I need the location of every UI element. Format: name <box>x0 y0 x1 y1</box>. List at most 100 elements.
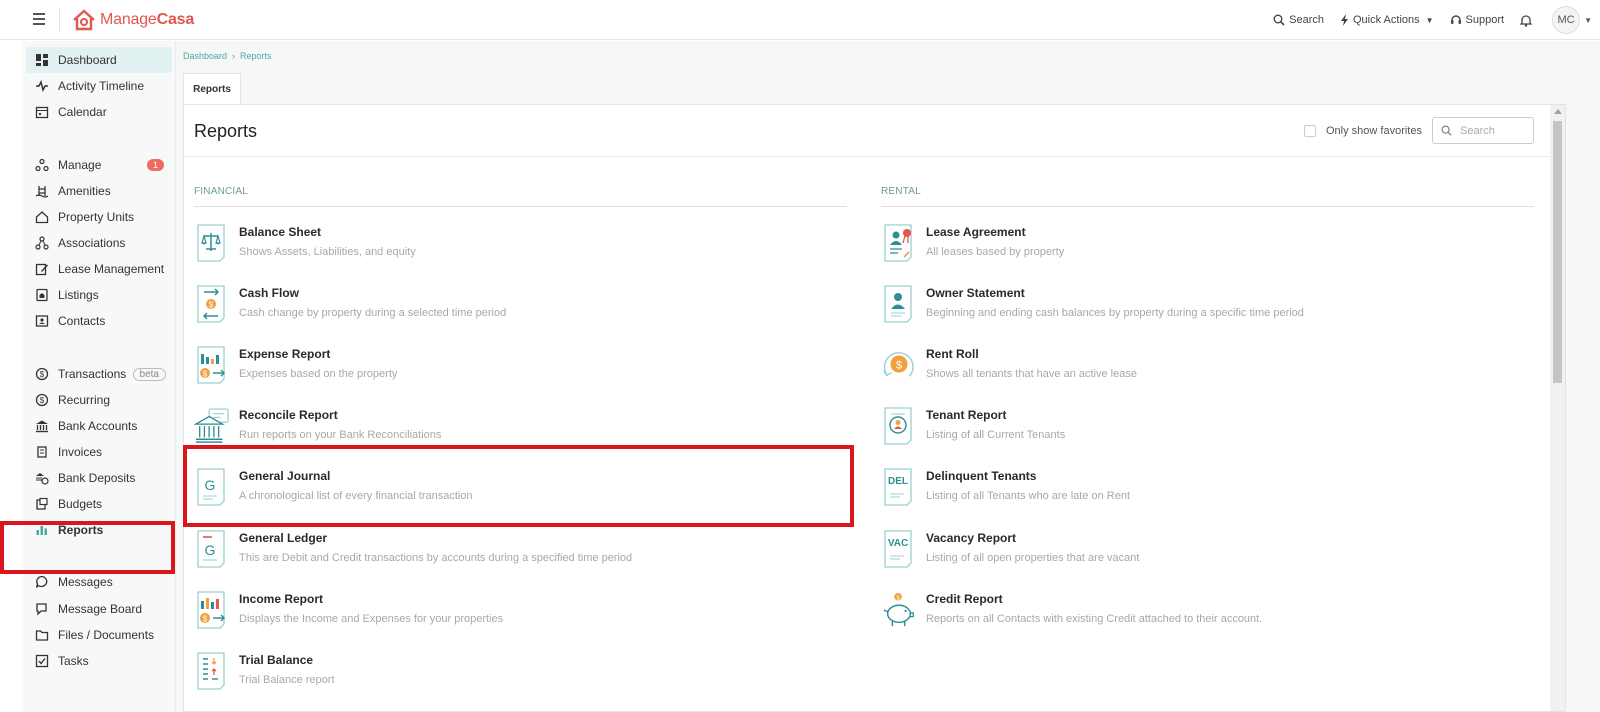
menu-icon[interactable] <box>33 13 45 25</box>
report-description: This are Debit and Credit transactions b… <box>239 552 633 564</box>
support-button[interactable]: Support <box>1450 14 1505 26</box>
sidebar: Dashboard Activity Timeline Calendar Manage… <box>23 41 176 712</box>
report-item-lease-agreement[interactable]: Lease Agreement All leases based by prope… <box>881 223 1521 273</box>
sidebar-item-amenities[interactable]: Amenities <box>26 178 172 204</box>
breadcrumb: Dashboard › Reports <box>183 51 272 61</box>
sidebar-item-label: Bank Deposits <box>58 471 136 485</box>
support-label: Support <box>1465 14 1505 26</box>
report-description: Shows Assets, Liabilities, and equity <box>239 246 416 258</box>
report-name[interactable]: Rent Roll <box>926 347 1137 361</box>
report-item-credit-report[interactable]: $ Credit Report Reports on all Contacts wi… <box>881 590 1521 640</box>
report-name[interactable]: Tenant Report <box>926 408 1065 422</box>
report-name[interactable]: Balance Sheet <box>239 225 416 239</box>
sidebar-item-calendar[interactable]: Calendar <box>26 99 172 125</box>
report-item-trial-balance[interactable]: Trial Balance Trial Balance report <box>194 651 834 701</box>
sidebar-item-tasks[interactable]: Tasks <box>26 648 172 674</box>
report-name[interactable]: Credit Report <box>926 592 1262 606</box>
report-name[interactable]: Income Report <box>239 592 503 606</box>
rent-roll-icon: $ <box>881 345 917 385</box>
sidebar-item-message-board[interactable]: Message Board <box>26 596 172 622</box>
sidebar-item-associations[interactable]: Associations <box>26 230 172 256</box>
sidebar-item-files-documents[interactable]: Files / Documents <box>26 622 172 648</box>
sidebar-item-activity-timeline[interactable]: Activity Timeline <box>26 73 172 99</box>
sidebar-item-property-units[interactable]: Property Units <box>26 204 172 230</box>
report-item-expense-report[interactable]: $ Expense Report Expenses based on the pro… <box>194 345 834 395</box>
sidebar-item-contacts[interactable]: Contacts <box>26 308 172 334</box>
sidebar-item-invoices[interactable]: Invoices <box>26 439 172 465</box>
report-name[interactable]: Lease Agreement <box>926 225 1064 239</box>
avatar-chevron-down-icon[interactable]: ▼ <box>1584 16 1592 25</box>
report-icon-text: DEL <box>888 476 908 487</box>
sidebar-item-lease-management[interactable]: Lease Management <box>26 256 172 282</box>
report-item-tenant-report[interactable]: Tenant Report Listing of all Current Tena… <box>881 406 1521 456</box>
reports-search-field[interactable] <box>1432 117 1534 144</box>
message-board-icon <box>26 602 52 616</box>
report-item-income-report[interactable]: $ Income Report Displays the Income and Ex… <box>194 590 834 640</box>
sidebar-item-budgets[interactable]: Budgets <box>26 491 172 517</box>
report-item-owner-statement[interactable]: Owner Statement Beginning and ending cash… <box>881 284 1521 334</box>
recurring-icon: $ <box>26 393 52 407</box>
sidebar-item-label: Property Units <box>58 210 135 224</box>
report-item-balance-sheet[interactable]: Balance Sheet Shows Assets, Liabilities, … <box>194 223 834 273</box>
lease-doc-icon <box>881 223 917 263</box>
report-name[interactable]: Expense Report <box>239 347 397 361</box>
tenant-doc-icon <box>881 406 917 446</box>
scrollbar[interactable] <box>1550 105 1565 711</box>
quick-actions-button[interactable]: Quick Actions ▼ <box>1340 14 1434 26</box>
scrollbar-thumb[interactable] <box>1553 121 1562 383</box>
breadcrumb-item-dashboard[interactable]: Dashboard <box>183 51 227 61</box>
scroll-up-icon[interactable] <box>1554 109 1562 114</box>
report-name[interactable]: General Ledger <box>239 531 632 545</box>
svg-text:$: $ <box>203 370 208 379</box>
search-label: Search <box>1289 14 1324 26</box>
only-favorites-label: Only show favorites <box>1326 125 1422 137</box>
report-item-delinquent-tenants[interactable]: DEL Delinquent Tenants Listing of all Tena… <box>881 467 1521 517</box>
report-name[interactable]: Trial Balance <box>239 653 335 667</box>
avatar[interactable]: MC <box>1552 6 1581 34</box>
logo-text: ManageCasa <box>100 11 195 28</box>
breadcrumb-separator-icon: › <box>232 51 236 61</box>
invoices-icon <box>26 445 52 459</box>
report-item-cash-flow[interactable]: $ Cash Flow Cash change by property during… <box>194 284 834 334</box>
report-item-rent-roll[interactable]: $ Rent Roll Shows all tenants that have an… <box>881 345 1521 395</box>
chevron-down-icon: ▼ <box>1425 15 1434 25</box>
sidebar-item-bank-deposits[interactable]: Bank Deposits <box>26 465 172 491</box>
sidebar-item-recurring[interactable]: $ Recurring <box>26 387 172 413</box>
svg-text:$: $ <box>40 370 45 379</box>
dollar-icon: $ <box>26 367 52 381</box>
divider <box>59 7 60 33</box>
lightning-icon <box>1340 14 1348 26</box>
sidebar-item-label: Files / Documents <box>58 628 155 642</box>
contacts-icon <box>26 314 52 328</box>
report-name[interactable]: Cash Flow <box>239 286 506 300</box>
sidebar-item-listings[interactable]: Listings <box>26 282 172 308</box>
sidebar-item-bank-accounts[interactable]: Bank Accounts <box>26 413 172 439</box>
ledger-g-icon: G <box>194 529 230 569</box>
report-name[interactable]: Delinquent Tenants <box>926 469 1130 483</box>
report-name[interactable]: Owner Statement <box>926 286 1304 300</box>
chat-icon <box>26 575 52 589</box>
top-search-button[interactable]: Search <box>1273 14 1324 26</box>
sidebar-item-manage[interactable]: Manage 1 <box>26 152 172 178</box>
del-doc-icon: DEL <box>881 467 917 507</box>
checkbox-icon[interactable] <box>1304 125 1316 137</box>
breadcrumb-item-reports[interactable]: Reports <box>240 51 272 61</box>
only-favorites-checkbox[interactable]: Only show favorites <box>1304 125 1422 137</box>
section-title-rental: RENTAL <box>881 186 921 197</box>
sidebar-item-transactions[interactable]: $ Transactions beta <box>26 361 172 387</box>
app-logo[interactable]: ManageCasa <box>72 8 194 32</box>
report-item-vacancy-report[interactable]: VAC Vacancy Report Listing of all open pro… <box>881 529 1521 579</box>
sidebar-item-dashboard[interactable]: Dashboard <box>26 47 172 73</box>
tab-reports[interactable]: Reports <box>183 73 241 105</box>
reports-search-input[interactable] <box>1460 124 1520 137</box>
report-name[interactable]: Reconcile Report <box>239 408 441 422</box>
report-item-general-ledger[interactable]: G General Ledger This are Debit and Credit… <box>194 529 834 579</box>
notifications-button[interactable] <box>1520 14 1536 27</box>
sidebar-item-label: Activity Timeline <box>58 79 145 93</box>
cash-flow-icon: $ <box>194 284 230 324</box>
owner-doc-icon <box>881 284 917 324</box>
beta-badge: beta <box>132 367 166 381</box>
report-name[interactable]: Vacancy Report <box>926 531 1139 545</box>
sidebar-item-label: Messages <box>58 575 113 589</box>
svg-text:G: G <box>205 542 216 558</box>
